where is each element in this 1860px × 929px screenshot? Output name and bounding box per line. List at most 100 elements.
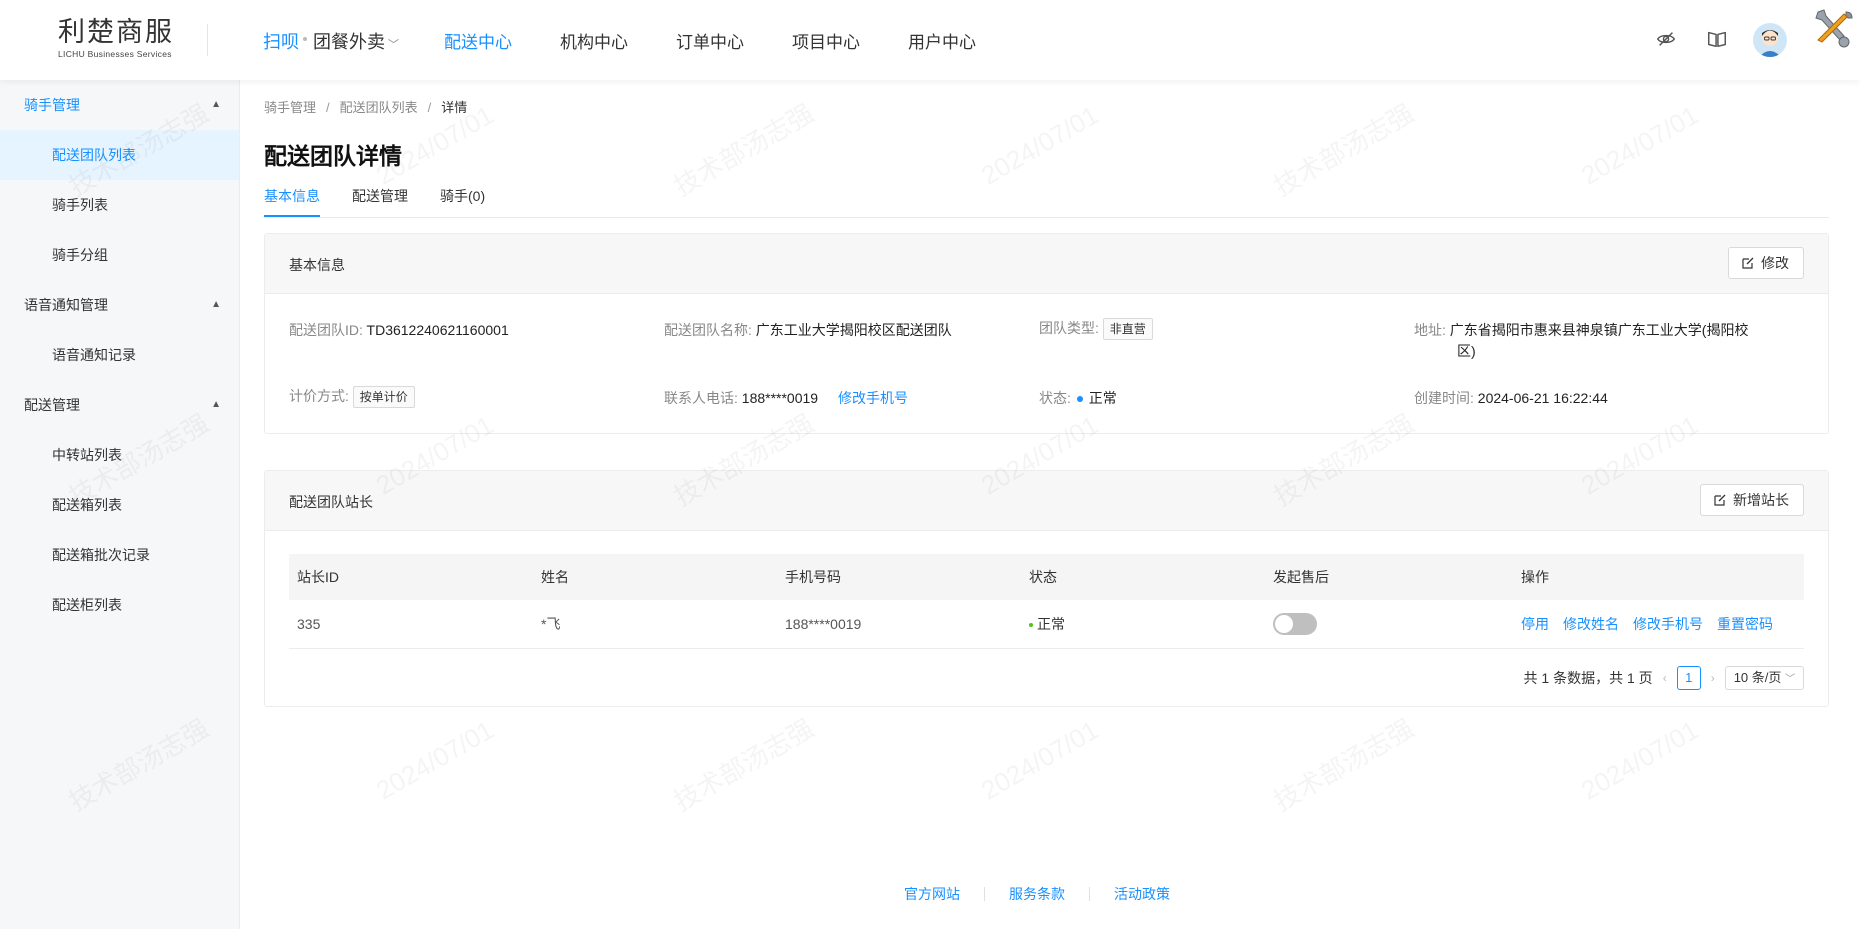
breadcrumb-rider-management[interactable]: 骑手管理: [264, 100, 316, 115]
tab-basic-info[interactable]: 基本信息: [264, 186, 320, 217]
sidebar-group-delivery-management[interactable]: 配送管理 ▲: [0, 380, 239, 430]
add-manager-label: 新增站长: [1733, 492, 1789, 508]
logo[interactable]: 利楚商服 LICHU Businesses Services: [58, 17, 188, 60]
sidebar-item-box-batches[interactable]: 配送箱批次记录: [0, 530, 239, 580]
brand-switcher[interactable]: 团餐外卖 ﹀: [313, 28, 399, 54]
created-value: 2024-06-21 16:22:44: [1477, 390, 1608, 406]
tools-icon[interactable]: [1810, 6, 1856, 52]
disable-link[interactable]: 停用: [1521, 616, 1549, 632]
team-id-value: TD3612240621160001: [366, 322, 509, 338]
nav-delivery-center[interactable]: 配送中心: [444, 28, 512, 53]
phone-label: 联系人电话:: [664, 390, 738, 406]
watermark-date: 2024/07/01: [1576, 715, 1704, 807]
managers-table: 站长ID 姓名 手机号码 状态 发起售后 操作 335 *飞 188****00…: [289, 554, 1804, 649]
edit-icon: [1714, 494, 1726, 506]
sidebar-item-rider-groups[interactable]: 骑手分组: [0, 230, 239, 280]
team-managers-header: 配送团队站长 新增站长: [265, 471, 1828, 531]
page-title: 配送团队详情: [264, 143, 402, 169]
cell-manager-id: 335: [289, 600, 533, 649]
watermark-text: 技术部汤志强: [666, 708, 820, 818]
edit-name-link[interactable]: 修改姓名: [1563, 616, 1619, 632]
chevron-up-icon: ▲: [211, 399, 221, 410]
phone-field: 联系人电话: 188****0019 修改手机号: [664, 388, 908, 408]
cell-manager-phone: 188****0019: [777, 600, 1021, 649]
tab-delivery-management[interactable]: 配送管理: [352, 186, 408, 217]
nav-org-center[interactable]: 机构中心: [560, 28, 628, 53]
prev-page-icon[interactable]: ‹: [1663, 671, 1667, 685]
status-dot: [1029, 623, 1033, 628]
address-line-1: 广东省揭阳市惠来县神泉镇广东工业大学(揭阳校: [1449, 322, 1749, 338]
basic-info-card: 基本信息 修改 配送团队ID: TD3612240621160001 配送团队名…: [264, 233, 1829, 434]
watermark-date: 2024/07/01: [976, 100, 1104, 192]
tab-riders[interactable]: 骑手(0): [440, 186, 485, 217]
next-page-icon[interactable]: ›: [1711, 671, 1715, 685]
team-id-label: 配送团队ID:: [289, 322, 363, 338]
column-header-after-sale: 发起售后: [1265, 554, 1513, 600]
edit-phone-link[interactable]: 修改手机号: [1633, 616, 1703, 632]
main-nav: 配送中心 机构中心 订单中心 项目中心 用户中心: [444, 28, 1024, 53]
status-value: 正常: [1088, 390, 1117, 406]
chevron-down-icon: ﹀: [1785, 674, 1795, 685]
brand-separator-dot: [303, 37, 307, 41]
eye-off-icon[interactable]: [1655, 28, 1677, 50]
footer-divider: [1089, 887, 1090, 901]
sidebar-group-voice-notice[interactable]: 语音通知管理 ▲: [0, 280, 239, 330]
footer: 官方网站 服务条款 活动政策: [904, 884, 1170, 904]
column-header-phone: 手机号码: [777, 554, 1021, 600]
created-field: 创建时间: 2024-06-21 16:22:44: [1414, 388, 1608, 408]
reset-password-link[interactable]: 重置密码: [1717, 616, 1773, 632]
sidebar-item-voice-records[interactable]: 语音通知记录: [0, 330, 239, 380]
add-manager-button[interactable]: 新增站长: [1700, 484, 1804, 516]
column-header-id: 站长ID: [289, 554, 533, 600]
page-size-value: 10 条/页: [1733, 670, 1782, 685]
after-sale-toggle[interactable]: [1273, 612, 1317, 635]
pagination: 共 1 条数据，共 1 页 ‹ 1 › 10 条/页 ﹀: [1524, 666, 1804, 690]
footer-official-site[interactable]: 官方网站: [904, 884, 960, 904]
cell-actions: 停用 修改姓名 修改手机号 重置密码: [1513, 600, 1804, 649]
user-avatar-icon: [1759, 30, 1781, 57]
pricing-tag: 按单计价: [352, 386, 415, 408]
sidebar-group-rider-management[interactable]: 骑手管理 ▲: [0, 80, 239, 130]
logo-divider: [207, 24, 208, 56]
team-type-field: 团队类型: 非直营: [1039, 318, 1153, 340]
sidebar-item-rider-list[interactable]: 骑手列表: [0, 180, 239, 230]
nav-project-center[interactable]: 项目中心: [792, 28, 860, 53]
team-type-tag: 非直营: [1102, 318, 1153, 340]
watermark-date: 2024/07/01: [371, 715, 499, 807]
sidebar-group-label: 配送管理: [24, 397, 80, 413]
breadcrumb-team-list[interactable]: 配送团队列表: [340, 100, 418, 115]
team-name-label: 配送团队名称:: [664, 322, 752, 338]
avatar[interactable]: [1753, 23, 1787, 57]
chevron-up-icon: ▲: [211, 99, 221, 110]
edit-button[interactable]: 修改: [1728, 247, 1804, 279]
breadcrumb: 骑手管理 / 配送团队列表 / 详情: [264, 100, 468, 115]
page-number[interactable]: 1: [1676, 666, 1701, 690]
team-type-label: 团队类型:: [1039, 320, 1099, 336]
team-id-field: 配送团队ID: TD3612240621160001: [289, 320, 509, 340]
sidebar-item-transfer-stations[interactable]: 中转站列表: [0, 430, 239, 480]
brand-primary[interactable]: 扫呗: [263, 28, 299, 54]
sidebar-item-delivery-cabinets[interactable]: 配送柜列表: [0, 580, 239, 630]
team-managers-card: 配送团队站长 新增站长 站长ID 姓名 手机号码 状态 发起售后 操作 335: [264, 470, 1829, 707]
sidebar-item-team-list[interactable]: 配送团队列表: [0, 130, 239, 180]
book-icon[interactable]: [1706, 28, 1728, 50]
footer-terms[interactable]: 服务条款: [1009, 884, 1065, 904]
breadcrumb-current: 详情: [441, 100, 468, 115]
pricing-label: 计价方式:: [289, 388, 349, 404]
column-header-status: 状态: [1021, 554, 1265, 600]
logo-text: 利楚商服: [58, 17, 174, 48]
nav-order-center[interactable]: 订单中心: [676, 28, 744, 53]
cell-manager-status: 正常: [1021, 600, 1265, 649]
cell-manager-name: *飞: [533, 600, 777, 649]
column-header-name: 姓名: [533, 554, 777, 600]
nav-user-center[interactable]: 用户中心: [908, 28, 976, 53]
sidebar-item-delivery-boxes[interactable]: 配送箱列表: [0, 480, 239, 530]
footer-activity-policy[interactable]: 活动政策: [1114, 884, 1170, 904]
top-header: 利楚商服 LICHU Businesses Services 扫呗 团餐外卖 ﹀ …: [0, 0, 1860, 80]
team-managers-title: 配送团队站长: [289, 494, 373, 510]
basic-info-header: 基本信息 修改: [265, 234, 1828, 294]
sidebar-group-label: 骑手管理: [24, 97, 80, 113]
edit-label: 修改: [1761, 255, 1789, 271]
page-size-select[interactable]: 10 条/页 ﹀: [1724, 666, 1804, 690]
change-phone-link[interactable]: 修改手机号: [838, 390, 908, 406]
